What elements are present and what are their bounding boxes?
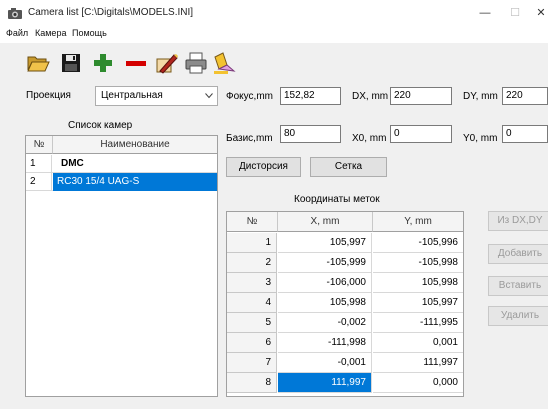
camera-list-header-num[interactable]: № [26,136,53,154]
coords-title: Координаты меток [294,194,380,205]
coords-row[interactable]: 8 111,997 0,000 [227,373,463,393]
delete-mark-button[interactable]: Удалить [488,306,548,326]
add-icon[interactable] [91,51,115,75]
distortion-button[interactable]: Дисторсия [226,157,301,177]
menu-help[interactable]: Помощь [72,28,107,38]
coords-cell-x[interactable]: -0,002 [278,313,372,333]
dy-label: DY, mm [463,91,498,102]
focus-input[interactable]: 152,82 [280,87,341,105]
highlighter-icon[interactable] [212,51,236,75]
coords-header-num[interactable]: № [227,212,278,232]
x0-input[interactable]: 0 [390,125,452,143]
close-button[interactable]: ✕ [530,4,548,22]
dx-input[interactable]: 220 [390,87,452,105]
minimize-button[interactable]: — [474,4,496,22]
coords-cell-y[interactable]: -111,995 [373,313,463,333]
coords-row-num: 2 [227,253,277,273]
menu-camera[interactable]: Камера [35,28,66,38]
title-bar: Camera list [C:\Digitals\MODELS.INI] — ☐… [0,0,548,26]
coords-row[interactable]: 1 105,997 -105,996 [227,233,463,253]
camera-list-title: Список камер [68,120,133,131]
coords-row-num: 1 [227,233,277,253]
x0-label: X0, mm [352,133,387,144]
coords-row[interactable]: 7 -0,001 111,997 [227,353,463,373]
coords-row-num: 3 [227,273,277,293]
camera-row-num: 2 [26,173,52,191]
coords-cell-y[interactable]: 111,997 [373,353,463,373]
from-dxdy-button[interactable]: Из DX,DY [488,211,548,231]
coords-cell-x[interactable]: -105,999 [278,253,372,273]
coords-cell-x[interactable]: -106,000 [278,273,372,293]
coords-cell-y[interactable]: 105,997 [373,293,463,313]
y0-input[interactable]: 0 [502,125,548,143]
coords-row[interactable]: 5 -0,002 -111,995 [227,313,463,333]
menu-file[interactable]: Файл [6,28,28,38]
coords-row-num: 4 [227,293,277,313]
y0-label: Y0, mm [463,133,498,144]
window-title: Camera list [C:\Digitals\MODELS.INI] [28,7,194,18]
toolbar [0,43,548,83]
coords-row-num: 7 [227,353,277,373]
camera-list-header-name[interactable]: Наименование [53,136,217,154]
save-icon[interactable] [59,51,83,75]
coords-cell-x[interactable]: -0,001 [278,353,372,373]
coords-row[interactable]: 4 105,998 105,997 [227,293,463,313]
coords-cell-x[interactable]: 105,998 [278,293,372,313]
projection-combo[interactable]: Центральная [95,86,218,106]
coords-cell-x[interactable]: -111,998 [278,333,372,353]
coords-cell-y[interactable]: -105,996 [373,233,463,253]
insert-mark-button[interactable]: Вставить [488,276,548,296]
coords-cell-y[interactable]: 105,998 [373,273,463,293]
dy-input[interactable]: 220 [502,87,548,105]
coords-row[interactable]: 2 -105,999 -105,998 [227,253,463,273]
projection-value: Центральная [101,90,163,101]
print-icon[interactable] [184,51,208,75]
camera-row-name: RC30 15/4 UAG-S [53,173,217,191]
camera-row-num: 1 [26,155,52,173]
camera-row-1[interactable]: 1 DMC [26,155,217,173]
camera-row-name: DMC [61,158,84,169]
base-label: Базис,mm [226,133,273,144]
chevron-down-icon [205,93,213,99]
camera-list-table: № Наименование 1 DMC 2 RC30 15/4 UAG-S [25,135,218,397]
camera-app-icon [8,8,22,19]
coords-row-num: 5 [227,313,277,333]
coords-header-y[interactable]: Y, mm [373,212,463,232]
coords-row[interactable]: 6 -111,998 0,001 [227,333,463,353]
coords-cell-y[interactable]: -105,998 [373,253,463,273]
projection-label: Проекция [26,90,71,101]
coords-cell-x[interactable]: 111,997 [278,373,372,393]
base-input[interactable]: 80 [280,125,341,143]
coords-header-x[interactable]: X, mm [278,212,373,232]
coords-cell-y[interactable]: 0,000 [373,373,463,393]
coords-cell-x[interactable]: 105,997 [278,233,372,253]
coords-table: № X, mm Y, mm 1 105,997 -105,996 2 -105,… [226,211,464,397]
coords-row[interactable]: 3 -106,000 105,998 [227,273,463,293]
camera-row-2[interactable]: 2 RC30 15/4 UAG-S [26,173,217,191]
grid-button[interactable]: Сетка [310,157,387,177]
add-mark-button[interactable]: Добавить [488,244,548,264]
coords-row-num: 8 [227,373,277,393]
maximize-button[interactable]: ☐ [504,4,526,22]
dx-label: DX, mm [352,91,389,102]
focus-label: Фокус,mm [226,91,273,102]
open-folder-icon[interactable] [26,51,50,75]
coords-row-num: 6 [227,333,277,353]
edit-icon[interactable] [154,51,178,75]
menu-bar: Файл Камера Помощь [0,26,548,43]
remove-icon[interactable] [124,51,148,75]
coords-cell-y[interactable]: 0,001 [373,333,463,353]
